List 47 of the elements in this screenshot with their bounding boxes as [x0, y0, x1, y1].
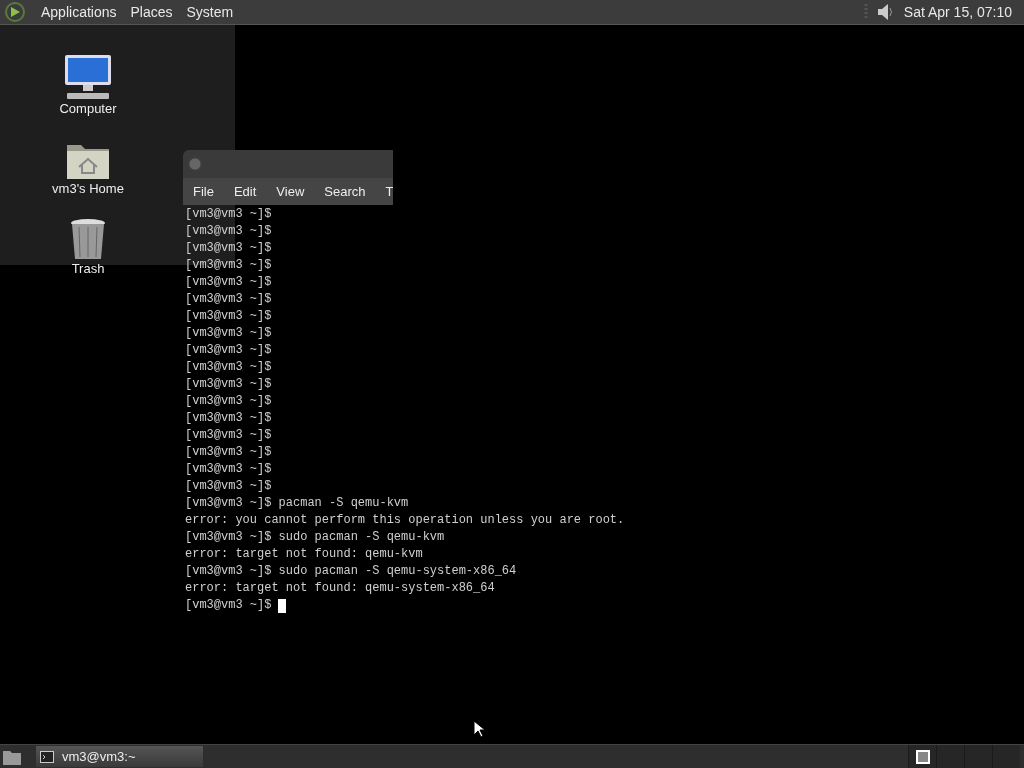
- terminal-line: [vm3@vm3 ~]$: [185, 206, 272, 223]
- computer-icon: [63, 53, 113, 101]
- terminal-line: [vm3@vm3 ~]$: [185, 461, 272, 478]
- menu-item[interactable]: Search: [314, 181, 376, 202]
- panel-handle-icon: [863, 4, 868, 20]
- desktop-icon-label[interactable]: Trash: [71, 261, 105, 277]
- terminal-line: error: you cannot perform this operation unless you are root.: [185, 512, 625, 529]
- clock[interactable]: Sat Apr 15, 07:10: [903, 1, 1020, 23]
- desktop-icon-label[interactable]: vm3's Home: [52, 181, 124, 197]
- terminal-line: [vm3@vm3 ~]$: [185, 240, 272, 257]
- panel-menu[interactable]: Places: [123, 1, 180, 23]
- terminal-line: [vm3@vm3 ~]$: [185, 444, 272, 461]
- trash-icon: [69, 217, 107, 261]
- taskbar-button[interactable]: vm3@vm3:~: [36, 746, 203, 767]
- terminal-line: [vm3@vm3 ~]$: [185, 478, 272, 495]
- terminal-line: [vm3@vm3 ~]$: [185, 291, 272, 308]
- panel-menu[interactable]: System: [179, 1, 241, 23]
- panel-menu[interactable]: Applications: [34, 1, 124, 23]
- mouse-pointer-icon: [473, 720, 485, 738]
- workspace-switcher-cell[interactable]: [992, 745, 1020, 768]
- terminal-line: [vm3@vm3 ~]$: [185, 308, 272, 325]
- terminal-line: [vm3@vm3 ~]$: [185, 359, 272, 376]
- terminal-line: [vm3@vm3 ~]$: [185, 410, 272, 427]
- terminal-line: [vm3@vm3 ~]$: [185, 393, 272, 410]
- terminal-line: [vm3@vm3 ~]$: [185, 257, 272, 274]
- terminal-line: [vm3@vm3 ~]$: [185, 597, 272, 614]
- terminal-line: error: target not found: qemu-system-x86_64: [185, 580, 495, 597]
- workspace-switcher-cell[interactable]: [936, 745, 964, 768]
- desktop-icon-label[interactable]: Computer: [59, 101, 117, 117]
- terminal-line: [vm3@vm3 ~]$: [185, 427, 272, 444]
- menu-item[interactable]: File: [183, 181, 224, 202]
- terminal-line: [vm3@vm3 ~]$ pacman -S qemu-kvm: [185, 495, 409, 512]
- menu-item[interactable]: T: [375, 181, 393, 202]
- terminal-icon: [40, 750, 54, 763]
- menu-item[interactable]: Edit: [223, 181, 267, 202]
- terminal-line: [vm3@vm3 ~]$: [185, 376, 272, 393]
- terminal-line: error: target not found: qemu-kvm: [185, 546, 423, 563]
- terminal-line: [vm3@vm3 ~]$: [185, 223, 272, 240]
- workspace-switcher-cell[interactable]: [964, 745, 992, 768]
- terminal-line: [vm3@vm3 ~]$ sudo pacman -S qemu-kvm: [185, 529, 445, 546]
- terminal-line: [vm3@vm3 ~]$: [185, 342, 272, 359]
- terminal-line: [vm3@vm3 ~]$: [185, 274, 272, 291]
- terminal-line: [vm3@vm3 ~]$: [185, 325, 272, 342]
- terminal-line: [vm3@vm3 ~]$ sudo pacman -S qemu-system-x86_64: [185, 563, 517, 580]
- logo-icon[interactable]: [4, 1, 26, 23]
- menu-item[interactable]: View: [266, 181, 315, 202]
- workspace-switcher-cell[interactable]: [908, 745, 936, 768]
